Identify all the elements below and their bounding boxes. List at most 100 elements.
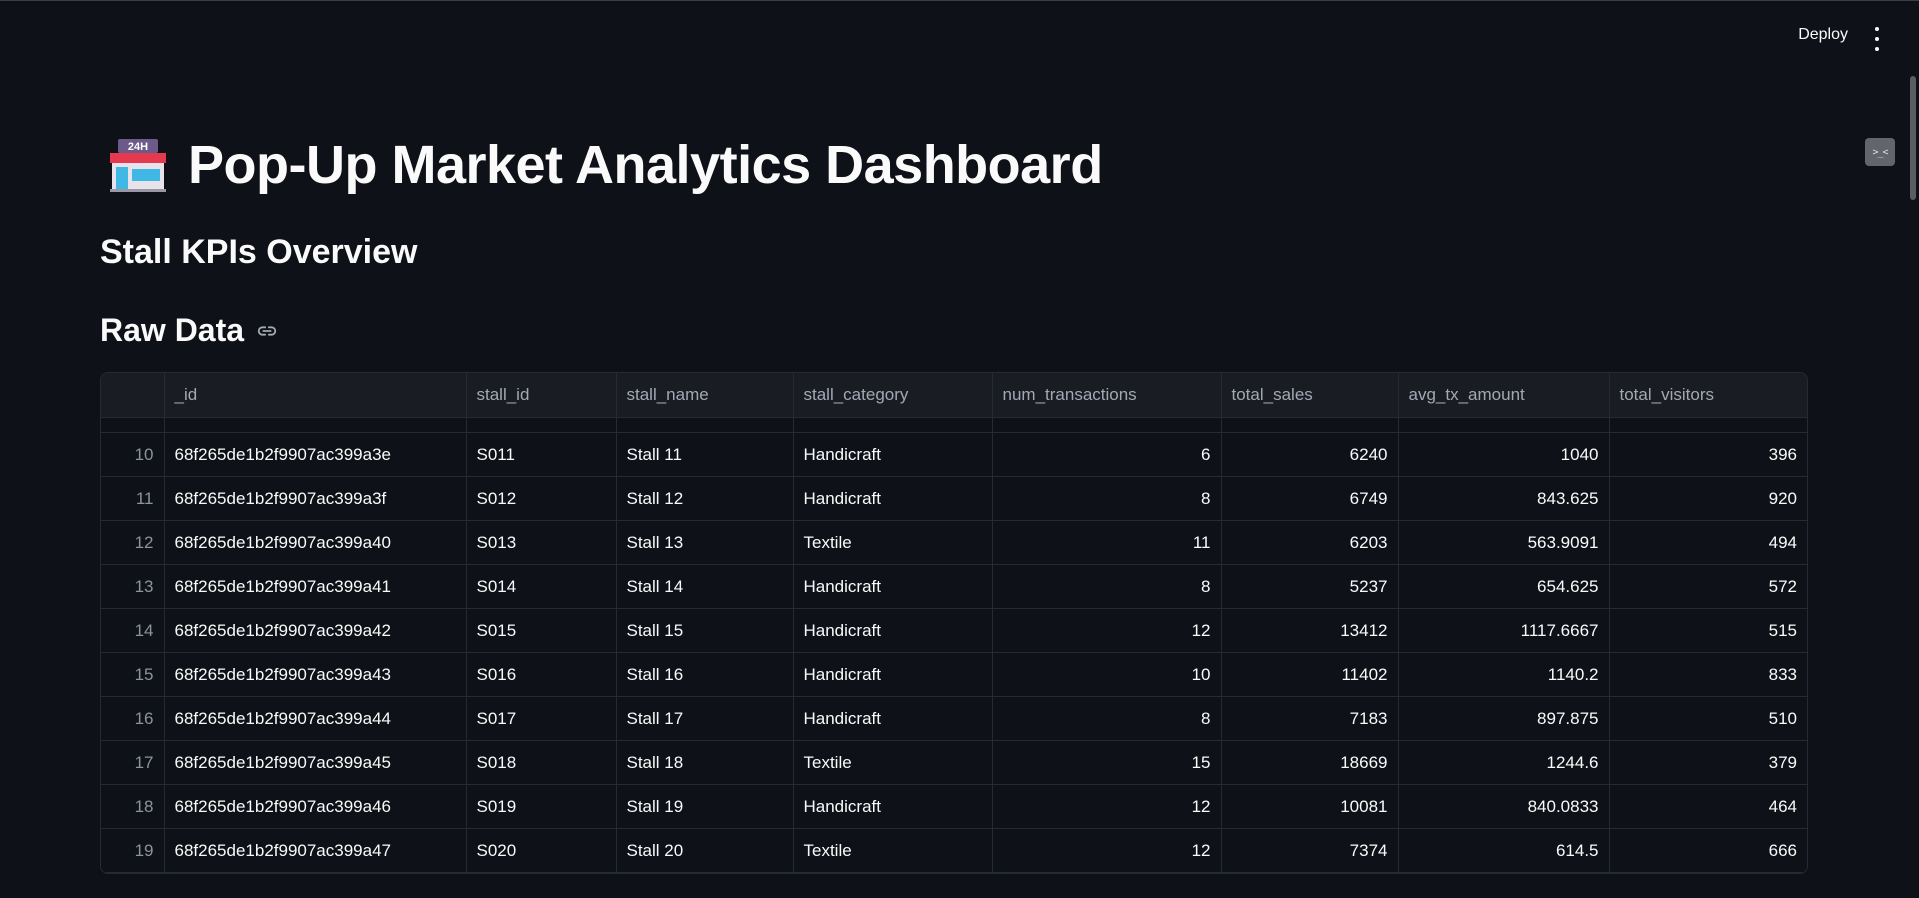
row-index-cell[interactable]: 10 (101, 432, 165, 477)
stall-id-cell[interactable]: S016 (466, 652, 617, 697)
num-transactions-cell[interactable]: 12 (992, 828, 1222, 873)
stall-name-cell[interactable]: Stall 20 (616, 828, 794, 873)
deploy-button[interactable]: Deploy (1798, 26, 1848, 44)
column-header-num-transactions[interactable]: num_transactions (992, 373, 1222, 418)
stall-name-cell[interactable]: Stall 14 (616, 564, 794, 609)
total-visitors-cell[interactable]: 396 (1609, 432, 1807, 477)
column-header-stall-name[interactable]: stall_name (616, 373, 794, 418)
row-index-cell[interactable]: 12 (101, 520, 165, 565)
total-sales-cell[interactable]: 13412 (1221, 608, 1399, 653)
total-visitors-cell[interactable]: 464 (1609, 784, 1807, 829)
stall-id-cell[interactable]: S019 (466, 784, 617, 829)
stall-name-cell[interactable]: Stall 16 (616, 652, 794, 697)
total-sales-cell[interactable]: 6203 (1221, 520, 1399, 565)
row-index-cell[interactable]: 15 (101, 652, 165, 697)
num-transactions-cell[interactable]: 12 (992, 608, 1222, 653)
total-visitors-cell[interactable]: 920 (1609, 476, 1807, 521)
table-row[interactable]: 11 68f265de1b2f9907ac399a3f S012 Stall 12 Ha… (101, 476, 1807, 521)
link-icon[interactable] (256, 320, 278, 342)
table-row[interactable]: 18 68f265de1b2f9907ac399a46 S019 Stall 19 Ha… (101, 784, 1807, 829)
terminal-widget[interactable]: >_< (1865, 138, 1895, 166)
total-visitors-cell[interactable]: 510 (1609, 696, 1807, 741)
avg-tx-amount-cell[interactable]: 654.625 (1398, 564, 1610, 609)
stall-id-cell[interactable]: S014 (466, 564, 617, 609)
row-index-cell[interactable]: 18 (101, 784, 165, 829)
table-row[interactable]: 19 68f265de1b2f9907ac399a47 S020 Stall 20 Te… (101, 828, 1807, 873)
column-header--id[interactable]: _id (164, 373, 467, 418)
id-cell[interactable]: 68f265de1b2f9907ac399a3e (164, 432, 467, 477)
total-visitors-cell[interactable]: 833 (1609, 652, 1807, 697)
index-column-header[interactable] (101, 373, 165, 418)
stall-id-cell[interactable]: S017 (466, 696, 617, 741)
stall-id-cell[interactable]: S015 (466, 608, 617, 653)
avg-tx-amount-cell[interactable]: 1140.2 (1398, 652, 1610, 697)
stall-id-cell[interactable]: S012 (466, 476, 617, 521)
stall-category-cell[interactable]: Handicraft (793, 432, 993, 477)
table-row[interactable]: 10 68f265de1b2f9907ac399a3e S011 Stall 11 Ha… (101, 432, 1807, 477)
page-scrollbar[interactable] (1910, 76, 1916, 200)
column-header-stall-category[interactable]: stall_category (793, 373, 993, 418)
stall-category-cell[interactable]: Handicraft (793, 696, 993, 741)
stall-id-cell[interactable]: S018 (466, 740, 617, 785)
stall-name-cell[interactable]: Stall 13 (616, 520, 794, 565)
total-sales-cell[interactable]: 7183 (1221, 696, 1399, 741)
row-index-cell[interactable]: 14 (101, 608, 165, 653)
stall-category-cell[interactable]: Textile (793, 828, 993, 873)
total-sales-cell[interactable]: 10081 (1221, 784, 1399, 829)
row-index-cell[interactable]: 17 (101, 740, 165, 785)
stall-name-cell[interactable]: Stall 11 (616, 432, 794, 477)
num-transactions-cell[interactable]: 10 (992, 652, 1222, 697)
total-visitors-cell[interactable]: 494 (1609, 520, 1807, 565)
num-transactions-cell[interactable]: 12 (992, 784, 1222, 829)
total-visitors-cell[interactable]: 666 (1609, 828, 1807, 873)
total-sales-cell[interactable]: 6749 (1221, 476, 1399, 521)
avg-tx-amount-cell[interactable]: 840.0833 (1398, 784, 1610, 829)
num-transactions-cell[interactable]: 11 (992, 520, 1222, 565)
total-visitors-cell[interactable]: 572 (1609, 564, 1807, 609)
stall-category-cell[interactable]: Handicraft (793, 784, 993, 829)
id-cell[interactable]: 68f265de1b2f9907ac399a41 (164, 564, 467, 609)
avg-tx-amount-cell[interactable]: 614.5 (1398, 828, 1610, 873)
data-table[interactable]: _id stall_id stall_name stall_category num_t… (100, 372, 1808, 874)
total-sales-cell[interactable]: 6240 (1221, 432, 1399, 477)
stall-id-cell[interactable]: S013 (466, 520, 617, 565)
table-row[interactable]: 14 68f265de1b2f9907ac399a42 S015 Stall 15 Ha… (101, 608, 1807, 653)
num-transactions-cell[interactable]: 6 (992, 432, 1222, 477)
avg-tx-amount-cell[interactable]: 1040 (1398, 432, 1610, 477)
table-row[interactable]: 15 68f265de1b2f9907ac399a43 S016 Stall 16 Ha… (101, 652, 1807, 697)
avg-tx-amount-cell[interactable]: 843.625 (1398, 476, 1610, 521)
column-header-stall-id[interactable]: stall_id (466, 373, 617, 418)
stall-category-cell[interactable]: Handicraft (793, 476, 993, 521)
stall-category-cell[interactable]: Handicraft (793, 564, 993, 609)
num-transactions-cell[interactable]: 8 (992, 564, 1222, 609)
total-sales-cell[interactable]: 7374 (1221, 828, 1399, 873)
id-cell[interactable]: 68f265de1b2f9907ac399a40 (164, 520, 467, 565)
column-header-avg-tx-amount[interactable]: avg_tx_amount (1398, 373, 1610, 418)
total-sales-cell[interactable]: 18669 (1221, 740, 1399, 785)
id-cell[interactable]: 68f265de1b2f9907ac399a44 (164, 696, 467, 741)
avg-tx-amount-cell[interactable]: 897.875 (1398, 696, 1610, 741)
stall-category-cell[interactable]: Textile (793, 520, 993, 565)
stall-id-cell[interactable]: S020 (466, 828, 617, 873)
id-cell[interactable]: 68f265de1b2f9907ac399a42 (164, 608, 467, 653)
vertical-ellipsis-icon[interactable] (1871, 27, 1883, 51)
stall-name-cell[interactable]: Stall 18 (616, 740, 794, 785)
column-header-total-sales[interactable]: total_sales (1221, 373, 1399, 418)
stall-name-cell[interactable]: Stall 15 (616, 608, 794, 653)
row-index-cell[interactable]: 16 (101, 696, 165, 741)
num-transactions-cell[interactable]: 8 (992, 696, 1222, 741)
table-row[interactable]: 17 68f265de1b2f9907ac399a45 S018 Stall 18 Te… (101, 740, 1807, 785)
total-sales-cell[interactable]: 11402 (1221, 652, 1399, 697)
stall-name-cell[interactable]: Stall 17 (616, 696, 794, 741)
column-header-total-visitors[interactable]: total_visitors (1609, 373, 1807, 418)
id-cell[interactable]: 68f265de1b2f9907ac399a47 (164, 828, 467, 873)
num-transactions-cell[interactable]: 8 (992, 476, 1222, 521)
avg-tx-amount-cell[interactable]: 1244.6 (1398, 740, 1610, 785)
stall-id-cell[interactable]: S011 (466, 432, 617, 477)
stall-category-cell[interactable]: Handicraft (793, 652, 993, 697)
table-row[interactable]: 12 68f265de1b2f9907ac399a40 S013 Stall 13 Te… (101, 520, 1807, 565)
table-row[interactable]: 16 68f265de1b2f9907ac399a44 S017 Stall 17 Ha… (101, 696, 1807, 741)
total-visitors-cell[interactable]: 379 (1609, 740, 1807, 785)
id-cell[interactable]: 68f265de1b2f9907ac399a3f (164, 476, 467, 521)
avg-tx-amount-cell[interactable]: 563.9091 (1398, 520, 1610, 565)
